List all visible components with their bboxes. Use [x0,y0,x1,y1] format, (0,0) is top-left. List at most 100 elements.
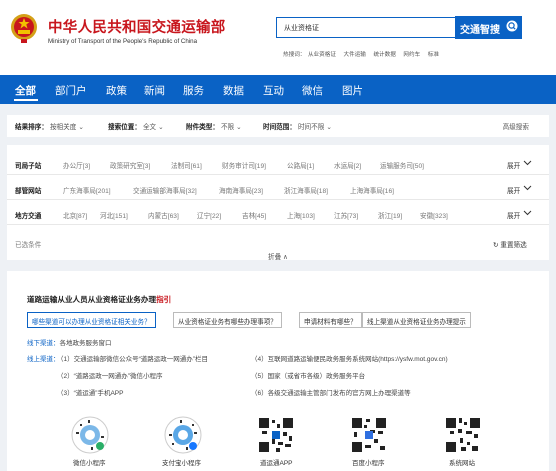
chevron-down-icon[interactable] [523,183,532,192]
attachment-filter[interactable]: 附件类型： 不限 ⌄ [186,121,242,131]
facet-option[interactable]: 安徽[323] [420,210,448,220]
guide-title: 道路运输从业人员从业资格证业务办理指引 [27,294,171,305]
national-emblem-icon [11,14,37,43]
facet-option[interactable]: 上海海事局[16] [350,185,394,195]
guide-tab-items[interactable]: 从业资格证业务有哪些办理事项？ [173,312,282,328]
chevron-down-icon[interactable] [523,158,532,167]
sort-label: 结果排序： [15,124,48,131]
position-label: 搜索位置： [108,124,141,131]
facet-row-local: 地方交通 北京[87] 河北[151] 内蒙古[63] 辽宁[22] 吉林[45… [7,202,549,225]
site-header: 中华人民共和国交通运输部 Ministry of Transport of th… [0,0,556,75]
facet-row-departments: 司局子站 办公厅[3] 政策研究室[3] 法制司[61] 财务审计司[19] 公… [7,152,549,175]
tab-services[interactable]: 服务 [183,83,204,98]
facet-option[interactable]: 运输服务司[50] [380,160,424,170]
hot-term[interactable]: 从业资格证 [308,52,336,58]
website-qr-code-icon [444,416,482,454]
wechat-mini-program-qr-icon [71,416,109,454]
tab-wechat[interactable]: 微信 [302,83,323,98]
qr-label: 支付宝小程序 [162,460,201,467]
facet-option[interactable]: 办公厅[3] [63,160,90,170]
tab-data[interactable]: 数据 [223,83,244,98]
facet-option[interactable]: 公路局[1] [287,160,314,170]
guide-tab-channels[interactable]: 哪些渠道可以办理从业资格证相关业务？ [27,312,156,328]
site-subtitle: Ministry of Transport of the People's Re… [48,38,198,45]
facet-option[interactable]: 辽宁[22] [197,210,221,220]
facet-option[interactable]: 法制司[61] [171,160,202,170]
facet-option[interactable]: 内蒙古[63] [148,210,179,220]
hot-term[interactable]: 统计数据 [373,52,395,58]
guide-title-main: 道路运输从业人员从业资格证业务办理 [27,295,157,304]
facet-option[interactable]: 水运局[2] [334,160,361,170]
collapse-button[interactable]: 折叠 ∧ [268,251,288,261]
tab-images[interactable]: 图片 [342,83,363,98]
selected-conditions: 已选条件 [15,242,42,249]
facet-label: 地方交通 [15,213,42,220]
chevron-down-icon[interactable] [523,208,532,217]
filter-bar: 结果排序： 按相关度 ⌄ 搜索位置： 全文 ⌄ 附件类型： 不限 ⌄ 时间范围： 时间不限 ⌄ … [7,115,549,137]
guide-tab-materials[interactable]: 申请材料有哪些？ [299,312,362,328]
qr-label: 微信小程序 [73,460,106,467]
facet-label: 司局子站 [15,163,42,170]
chevron-down-icon: ⌄ [236,124,242,131]
facet-option[interactable]: 财务审计司[19] [222,160,266,170]
search-input[interactable]: 从业资格证 [276,17,455,38]
chevron-down-icon: ⌄ [78,124,84,131]
facet-option[interactable]: 上海[103] [287,210,315,220]
time-filter[interactable]: 时间范围： 时间不限 ⌄ [263,121,332,131]
sort-filter[interactable]: 结果排序： 按相关度 ⌄ [15,121,84,131]
facet-option[interactable]: 浙江[19] [378,210,402,220]
reset-filter-button[interactable]: ↻ 重置筛选 [493,239,527,249]
facet-option[interactable]: 广东海事局[201] [63,185,111,195]
expand-button[interactable]: 展开 [507,210,520,220]
hot-term[interactable]: 标准 [428,52,439,58]
alipay-mini-program-qr-icon [164,416,202,454]
hot-term[interactable]: 网约车 [403,52,420,58]
facet-option[interactable]: 海南海事局[23] [219,185,263,195]
facet-row-sites: 部管网站 广东海事局[201] 交通运输部海事局[32] 海南海事局[23] 浙… [7,177,549,200]
baidu-mini-program-qr-icon [350,416,388,454]
online-item: （6）各级交通运输主管部门发布的官方网上办理渠道等 [251,390,411,397]
guide-tab-online-tips[interactable]: 线上渠道从业资格证业务办理提示 [362,312,471,328]
online-item: （1）交通运输部微信公众号“道路运政一网通办”栏目 [57,356,208,363]
facet-option[interactable]: 浙江海事局[18] [284,185,328,195]
attachment-value: 不限 [220,124,235,131]
facet-option[interactable]: 交通运输部海事局[32] [133,185,197,195]
search-icon [506,20,518,32]
expand-button[interactable]: 展开 [507,185,520,195]
position-value: 全文 [142,124,157,131]
tab-policy[interactable]: 政策 [106,83,127,98]
attachment-label: 附件类型： [186,124,219,131]
tab-interaction[interactable]: 互动 [263,83,284,98]
hot-term[interactable]: 大件运输 [344,52,366,58]
tab-ministry-portal[interactable]: 部门户 [55,83,87,98]
offline-text: 各地政务服务窗口 [59,340,112,347]
site-title[interactable]: 中华人民共和国交通运输部 [48,16,226,37]
guide-title-highlight: 指引 [156,295,172,304]
time-label: 时间范围： [263,124,296,131]
facet-panel: 司局子站 办公厅[3] 政策研究室[3] 法制司[61] 财务审计司[19] 公… [7,145,549,261]
time-value: 时间不限 [297,124,325,131]
qr-label: 道运通APP [260,460,293,467]
main-nav: 全部 部门户 政策 新闻 服务 数据 互动 微信 图片 [0,75,556,104]
hot-search-label: 热搜词： [283,52,306,58]
search-button[interactable]: 交通智搜 [455,16,522,39]
tab-news[interactable]: 新闻 [144,83,165,98]
position-filter[interactable]: 搜索位置： 全文 ⌄ [108,121,164,131]
facet-option[interactable]: 江苏[73] [334,210,358,220]
advanced-search-link[interactable]: 高级搜索 [503,121,529,131]
expand-button[interactable]: 展开 [507,160,520,170]
tab-all[interactable]: 全部 [15,83,36,98]
qr-label: 百度小程序 [352,460,385,467]
facet-label: 部管网站 [15,188,42,195]
offline-label: 线下渠道： [27,340,60,347]
facet-option[interactable]: 吉林[45] [242,210,266,220]
facet-option[interactable]: 政策研究室[3] [110,160,150,170]
facet-option[interactable]: 河北[151] [100,210,128,220]
search-button-label: 交通智搜 [460,25,500,36]
facet-option[interactable]: 北京[87] [63,210,87,220]
app-qr-code-icon [257,416,295,454]
online-item[interactable]: （4）互联网道路运输便民政务服务系统网站(https://ysfw.mot.go… [251,353,448,363]
online-item: （3）“道运通”手机APP [57,390,124,397]
active-tab-indicator [14,99,38,101]
online-item: （5）国家（或省市各级）政务服务平台 [251,373,366,380]
